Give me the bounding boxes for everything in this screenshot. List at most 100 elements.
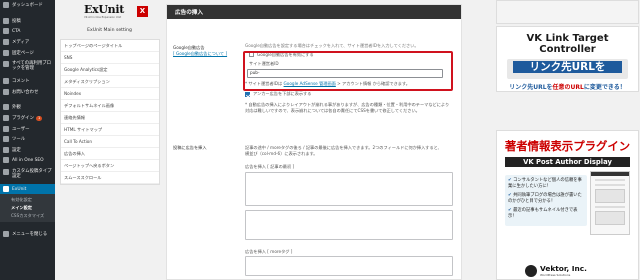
screenshot-line: [595, 179, 625, 181]
menu-label: コメント: [12, 79, 30, 85]
menu-aioseo[interactable]: All in One SEO: [0, 155, 55, 166]
plugin-icon: [3, 115, 9, 122]
menu-posts[interactable]: 投稿: [0, 16, 55, 27]
block-icon: [3, 60, 9, 67]
menu-comments[interactable]: コメント: [0, 76, 55, 87]
ad-more-textarea[interactable]: [245, 256, 453, 277]
ad3-feature-text: 共同執筆ブログの場合は誰が書いたのかがひと目で分かる！: [508, 193, 582, 204]
collapse-icon: [3, 230, 9, 237]
highlight-box: [243, 51, 453, 91]
menu-label: メディア: [12, 40, 30, 46]
screenshot-box: [595, 189, 625, 203]
ad3-feature: ✔ コンサルタントなど個人の信頼を事業に生かしたい方に！: [508, 178, 584, 190]
menu-label: 外観: [12, 105, 21, 111]
nav-item-smooth-scroll[interactable]: スムーススクロール: [61, 172, 159, 184]
collapse-menu-button[interactable]: メニューを閉じる: [0, 228, 55, 239]
ad3-screenshot-image: [590, 171, 630, 235]
nav-item-call-to-action[interactable]: Call To Action: [61, 136, 159, 148]
menu-exunit[interactable]: ExUnit: [0, 183, 55, 195]
ad3-feature: ✔ 最近の記事もサムネイル付きで表示！: [508, 208, 584, 220]
menu-dashboard[interactable]: ダッシュボード: [0, 0, 55, 11]
menu-label: メニューを閉じる: [12, 231, 48, 237]
anchor-ads-checkbox[interactable]: [245, 91, 250, 97]
anchor-ads-line: アンカー広告を下部に表示する: [245, 91, 457, 97]
vektor-brand: Vektor, Inc. WordPress Solutions: [525, 265, 587, 277]
menu-label: ツール: [12, 137, 26, 143]
wrench-icon: [3, 136, 9, 143]
exunit-icon: [3, 186, 9, 193]
logo-mark-icon: X: [137, 6, 148, 17]
sliders-icon: [3, 146, 9, 153]
section-header: 広告の挿入: [167, 5, 461, 19]
menu-plugins[interactable]: プラグイン 1: [0, 113, 55, 124]
ad-top-textarea[interactable]: [245, 171, 453, 206]
exunit-logo: ExUnit VK All in One Expansion Unit X: [84, 4, 148, 26]
ad2-line2-prefix: リンク先URLを: [509, 84, 553, 91]
nav-item-default-thumbnail[interactable]: デフォルトサムネイル画像: [61, 100, 159, 112]
menu-reusable-blocks[interactable]: すべての再利用ブロックを管理: [0, 58, 55, 76]
menu-contact[interactable]: お問い合わせ: [0, 87, 55, 98]
comment-icon: [3, 78, 9, 85]
menu-label: ダッシュボード: [12, 3, 43, 9]
nav-item-top-title[interactable]: トップページのページタイトル: [61, 40, 159, 52]
layout-notice: * 自動広告の挿入によりレイアウトが崩れる事がありますが、広告の種類・位置・利用…: [245, 101, 450, 113]
menu-label: 固定ページ: [12, 50, 34, 56]
screenshot-bar: [591, 172, 629, 176]
page-icon: [3, 49, 9, 56]
menu-label: ユーザー: [12, 126, 30, 132]
dashboard-icon: [3, 2, 9, 9]
insert-ads-fields: 記事の途中 / moreタグの後ろ / 記事の最後に広告を挿入できます。2つのフ…: [245, 145, 457, 277]
menu-pages[interactable]: 固定ページ: [0, 47, 55, 58]
screenshot-line: [595, 184, 625, 186]
insert-ads-heading: 投稿に広告を挿入: [173, 145, 207, 150]
menu-settings[interactable]: 設定: [0, 145, 55, 156]
ad2-line2-suffix: に変更できる！: [583, 84, 626, 91]
menu-users[interactable]: ユーザー: [0, 123, 55, 134]
nav-item-google-analytics[interactable]: Google Analytics設定: [61, 64, 159, 76]
ad3-heading: 著者情報表示プラグイン: [504, 139, 631, 153]
ad3-subheading: VK Post Author Display: [505, 157, 630, 167]
nav-item-insert-ads[interactable]: 広告の挿入: [61, 148, 159, 160]
admin-sidebar: ダッシュボード 投稿 CTA メディア 固定ページ すべての再利用ブロックを管理…: [0, 0, 55, 280]
ad3-feature-list: ✔ コンサルタントなど個人の信頼を事業に生かしたい方に！ ✔ 共同執筆ブログの場…: [505, 175, 587, 226]
adsense-help-link[interactable]: [ Google自動広告について ]: [173, 51, 227, 56]
ad-banner-top[interactable]: [496, 0, 639, 24]
menu-appearance[interactable]: 外観: [0, 102, 55, 113]
menu-label: すべての再利用ブロックを管理: [12, 60, 52, 72]
ad3-feature-text: コンサルタントなど個人の信頼を事業に生かしたい方に！: [508, 178, 582, 189]
adsense-heading: Google自動広告 [ Google自動広告について ]: [173, 45, 228, 56]
ad-post-author-display[interactable]: 著者情報表示プラグイン VK Post Author Display ✔ コンサ…: [496, 130, 639, 280]
nav-item-sns[interactable]: SNS: [61, 52, 159, 64]
menu-custom-post-types[interactable]: カスタム投稿タイプ設定: [0, 166, 55, 184]
submenu-css-customize[interactable]: CSSカスタマイズ: [0, 212, 55, 220]
nav-item-meta-description[interactable]: メタディスクリプション: [61, 76, 159, 88]
ad3-feature: ✔ 共同執筆ブログの場合は誰が書いたのかがひと目で分かる！: [508, 193, 584, 205]
ad-link-target-controller[interactable]: VK Link Target Controller リンク先URLを リンク先U…: [496, 26, 639, 92]
mail-icon: [3, 88, 9, 95]
screenshot-line: [595, 206, 625, 208]
menu-tools[interactable]: ツール: [0, 134, 55, 145]
pin-icon: [3, 17, 9, 24]
menu-label: 設定: [12, 147, 21, 153]
field1-label: 広告を挿入 [ 記事の最初 ]: [245, 164, 295, 170]
nav-item-html-sitemap[interactable]: HTML サイトマップ: [61, 124, 159, 136]
field2-label: 広告を挿入 [ moreタグ ]: [245, 248, 293, 254]
vektor-brand-sub: WordPress Solutions: [540, 273, 571, 277]
ad-top-textarea-2[interactable]: [245, 209, 453, 240]
menu-label: お問い合わせ: [12, 89, 39, 95]
submenu-main-settings[interactable]: メイン設定: [0, 204, 55, 212]
update-count-badge: 1: [35, 115, 43, 121]
wp-admin-screen: ダッシュボード 投稿 CTA メディア 固定ページ すべての再利用ブロックを管理…: [0, 0, 640, 280]
submenu-activation[interactable]: 有効化設定: [0, 196, 55, 204]
vektor-logo-icon: [525, 265, 537, 277]
ad3-body: ✔ コンサルタントなど個人の信頼を事業に生かしたい方に！ ✔ 共同執筆ブログの場…: [505, 171, 630, 247]
adsense-description: Google自動広告を設定する場合はチェックを入れて、サイト運営者IDを入力して…: [245, 43, 419, 48]
menu-media[interactable]: メディア: [0, 37, 55, 48]
menu-label: 投稿: [12, 18, 21, 24]
brush-icon: [3, 104, 9, 111]
nav-item-page-top-button[interactable]: ページトップへ戻るボタン: [61, 160, 159, 172]
menu-cta[interactable]: CTA: [0, 26, 55, 37]
nav-item-contact-info[interactable]: 連絡先情報: [61, 112, 159, 124]
nav-item-noindex[interactable]: Noindex: [61, 88, 159, 100]
screenshot-box: [595, 211, 625, 225]
